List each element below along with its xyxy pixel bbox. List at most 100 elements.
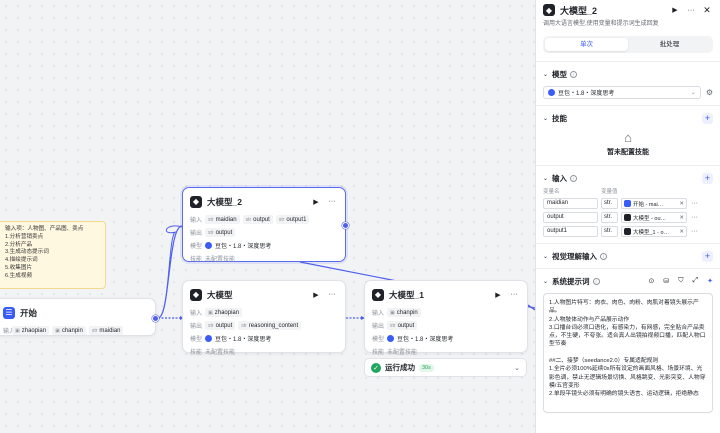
chevron-down-icon[interactable]: ⌄ (543, 71, 548, 78)
chevron-down-icon[interactable]: ⌄ (543, 278, 548, 285)
inputs-section: ⌄ 输入 i + 变量名 变量值 maidian str. 开始 - mai… … (536, 165, 720, 243)
skill-value: 未配置技能 (205, 350, 236, 356)
note-line: 1.分析营销卖点 (5, 233, 44, 240)
system-prompt-section: ⌄ 系统提示词 i ⊙ ⛁ ⛉ ⤢ ✦ 1.人物图片特写：肉衣、肉色、肉粉、肉肌… (536, 268, 720, 419)
variable-type-select[interactable]: str. (601, 226, 618, 237)
node-llm-2[interactable]: ◆ 大模型_2 ▶ ··· 输入 str maidian str output st… (182, 187, 346, 263)
toolbox-icon: ⌂ (624, 130, 632, 145)
input-chip: ▣ chanpin (387, 308, 421, 317)
info-icon[interactable]: i (600, 252, 608, 260)
workflow-canvas[interactable]: 输入项：人物图、产品图、卖点 1.分析营销卖点 2.分析产品 3.生成动态提示词… (0, 0, 535, 433)
clear-icon[interactable]: ✕ (679, 229, 684, 235)
empty-label: 暂未配置技能 (607, 149, 649, 156)
run-status-text: 运行成功 (385, 363, 415, 372)
clear-icon[interactable]: ✕ (679, 201, 684, 207)
start-icon (624, 200, 631, 207)
variable-source: 大模型_1 - o… (633, 229, 670, 236)
section-title: 视觉理解输入 (552, 251, 598, 261)
variable-value-select[interactable]: 开始 - mai… ✕ (621, 198, 687, 209)
add-input-button[interactable]: + (702, 172, 713, 184)
add-skill-button[interactable]: + (702, 112, 713, 124)
info-icon[interactable]: i (570, 174, 578, 182)
more-icon[interactable]: ··· (691, 214, 698, 221)
output-port[interactable] (342, 222, 349, 229)
row-label: 技能 (190, 350, 203, 356)
variable-value-select[interactable]: 大模型_1 - o… ✕ (621, 226, 687, 237)
more-icon[interactable]: ··· (326, 198, 338, 205)
node-start[interactable]: ☰ 开始 输入 ▣ zhaopian ▣ chanpin str maidian (0, 298, 156, 336)
chevron-down-icon[interactable]: ⌄ (543, 115, 548, 122)
ai-optimize-icon[interactable]: ✦ (707, 277, 713, 285)
string-type-icon: str (278, 216, 285, 223)
row-label: 输入 (372, 311, 385, 317)
more-icon[interactable]: ··· (326, 291, 338, 298)
panel-title: 大模型_2 (560, 5, 598, 16)
comment-note[interactable]: 输入项：人物图、产品图、卖点 1.分析营销卖点 2.分析产品 3.生成动态提示词… (0, 221, 106, 289)
string-type-icon: str (245, 216, 252, 223)
expand-icon[interactable]: ⤢ (693, 277, 699, 285)
row-label: 技能 (190, 257, 203, 263)
variable-name-field[interactable]: output (543, 212, 598, 223)
run-icon[interactable]: ▶ (669, 6, 681, 14)
row-label: 输出 (190, 324, 203, 330)
output-port[interactable] (152, 315, 159, 322)
row-label: 输出 (372, 324, 385, 330)
add-vision-input-button[interactable]: + (702, 250, 713, 262)
variable-name-field[interactable]: maidian (543, 198, 598, 209)
node-llm[interactable]: ◆ 大模型 ▶ ··· 输入 ▣ zhaopian 输出 str output st… (182, 280, 346, 356)
info-icon[interactable]: i (570, 70, 578, 78)
shield-icon[interactable]: ⛉ (678, 277, 683, 285)
node-llm-1[interactable]: ◆ 大模型_1 ▶ ··· 输入 ▣ chanpin 输出 str output 模… (364, 280, 528, 356)
library-icon[interactable]: ⛁ (663, 277, 669, 285)
input-row: output str. 大模型 - ou… ✕ ··· (543, 212, 713, 223)
run-status-bar[interactable]: ✓ 运行成功 30s ⌄ (364, 358, 527, 377)
column-header: 变量名 (543, 189, 560, 195)
row-label: 模型 (190, 337, 203, 343)
run-icon[interactable]: ▶ (492, 291, 504, 299)
skills-section: ⌄ 技能 + ⌂ 暂未配置技能 (536, 105, 720, 165)
doubao-icon (205, 242, 212, 249)
input-row: output1 str. 大模型_1 - o… ✕ ··· (543, 226, 713, 237)
model-icon (624, 214, 631, 221)
row-label: 输出 (190, 231, 203, 237)
chevron-down-icon: ⌄ (690, 90, 696, 96)
variable-type-select[interactable]: str. (601, 212, 618, 223)
more-icon[interactable]: ··· (691, 228, 698, 235)
run-icon[interactable]: ▶ (310, 198, 322, 206)
chevron-down-icon[interactable]: ⌄ (543, 175, 548, 182)
system-prompt-editor[interactable]: 1.人物图片特写：肉衣、肉色、肉粉、肉肌对着镜头展示产品。 2.人物肢体动作与产… (543, 293, 713, 413)
variable-name-field[interactable]: output1 (543, 226, 598, 237)
model-name: 豆包・1.8・深度思考 (397, 337, 454, 343)
image-type-icon: ▣ (208, 309, 213, 316)
variable-type-select[interactable]: str. (601, 198, 618, 209)
model-select[interactable]: 豆包・1.8・深度思考 ⌄ (543, 86, 701, 99)
chevron-down-icon[interactable]: ⌄ (514, 364, 520, 372)
more-icon[interactable]: ··· (685, 7, 697, 14)
more-icon[interactable]: ··· (508, 291, 520, 298)
variable-source: 开始 - mai… (633, 201, 664, 208)
variable-value-select[interactable]: 大模型 - ou… ✕ (621, 212, 687, 223)
model-name: 豆包・1.8・深度思考 (215, 244, 272, 250)
doubao-icon (205, 335, 212, 342)
string-type-icon: str (208, 322, 214, 329)
row-label: 模型 (190, 244, 203, 250)
run-icon[interactable]: ▶ (310, 291, 322, 299)
run-mode-tabs: 单次 批处理 (543, 36, 713, 53)
string-type-icon: str (390, 322, 396, 329)
close-icon[interactable]: ✕ (701, 5, 713, 16)
settings-icon[interactable]: ⚙ (706, 88, 713, 97)
clear-icon[interactable]: ✕ (679, 215, 684, 221)
note-line: 4.描绘提示词 (5, 257, 38, 264)
model-icon: ◆ (190, 195, 202, 208)
chevron-down-icon[interactable]: ⌄ (543, 253, 548, 260)
info-icon[interactable]: i (592, 277, 600, 285)
tab-batch[interactable]: 批处理 (628, 38, 711, 51)
variable-icon[interactable]: ⊙ (649, 277, 655, 285)
more-icon[interactable]: ··· (691, 200, 698, 207)
input-chip: str output (242, 215, 273, 224)
tab-single[interactable]: 单次 (545, 38, 628, 51)
model-icon (624, 228, 631, 235)
output-chip: str output (205, 228, 236, 237)
model-name: 豆包・1.8・深度思考 (215, 337, 272, 343)
string-type-icon: str (91, 327, 98, 334)
